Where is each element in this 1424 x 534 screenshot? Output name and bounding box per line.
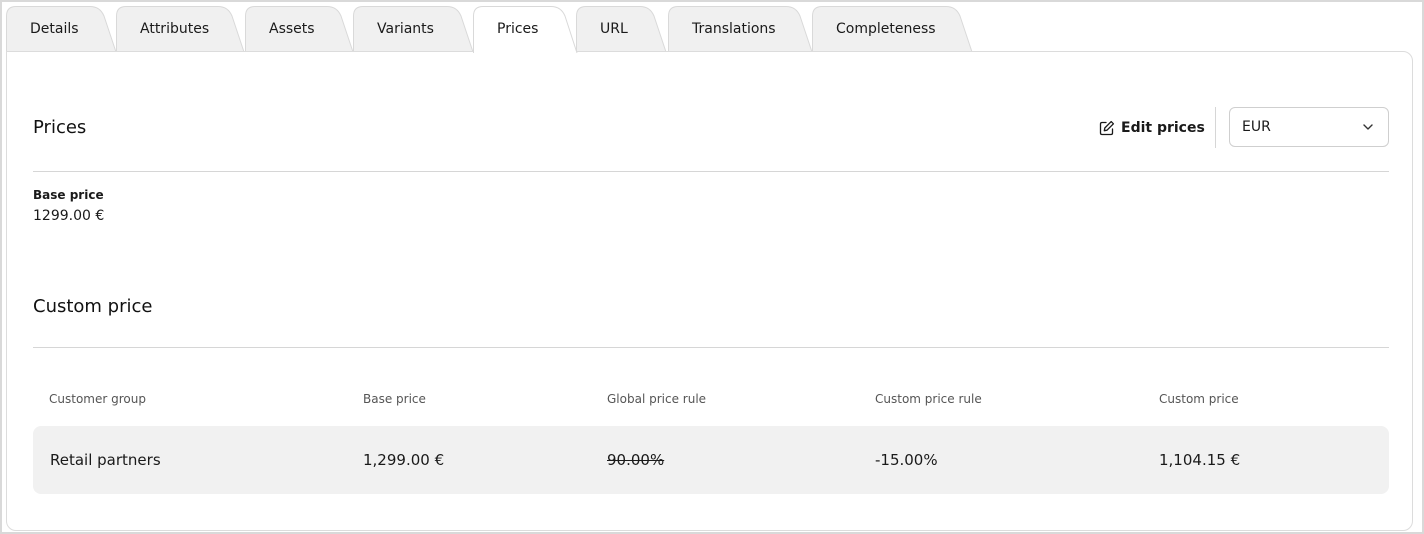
toolbar-divider xyxy=(1215,107,1216,148)
tab-label: Attributes xyxy=(140,21,210,37)
tab-assets[interactable]: Assets xyxy=(245,6,354,53)
column-header-global-price-rule: Global price rule xyxy=(607,392,707,406)
tab-label: Completeness xyxy=(836,21,936,37)
column-header-base-price: Base price xyxy=(363,392,426,406)
table-row: Retail partners 1,299.00 € 90.00% -15.00… xyxy=(33,426,1389,494)
prices-divider xyxy=(33,171,1389,172)
cell-custom-price-rule: -15.00% xyxy=(875,451,938,469)
tab-label: Details xyxy=(30,21,79,37)
cell-base-price: 1,299.00 € xyxy=(363,451,445,469)
edit-prices-button[interactable]: Edit prices xyxy=(1099,117,1205,139)
column-header-customer-group: Customer group xyxy=(49,392,146,406)
tab-attributes[interactable]: Attributes xyxy=(116,6,245,53)
prices-title: Prices xyxy=(33,117,87,138)
cell-customer-group: Retail partners xyxy=(50,451,161,469)
base-price-label: Base price xyxy=(33,188,104,202)
custom-price-divider xyxy=(33,347,1389,348)
prices-panel: Prices Edit prices EUR Base price 1299.0… xyxy=(6,51,1413,531)
tab-variants[interactable]: Variants xyxy=(353,6,474,53)
tab-url[interactable]: URL xyxy=(576,6,667,53)
cell-global-price-rule: 90.00% xyxy=(607,451,665,469)
tab-label: URL xyxy=(600,21,628,37)
tab-label: Prices xyxy=(497,21,539,37)
edit-prices-label: Edit prices xyxy=(1121,120,1205,136)
base-price-value: 1299.00 € xyxy=(33,208,105,224)
currency-value: EUR xyxy=(1242,119,1271,135)
column-header-custom-price-rule: Custom price rule xyxy=(875,392,982,406)
app-frame: Details Attributes Assets Variants URL T… xyxy=(0,0,1424,534)
cell-custom-price: 1,104.15 € xyxy=(1159,451,1241,469)
chevron-down-icon xyxy=(1363,124,1373,130)
column-header-custom-price: Custom price xyxy=(1159,392,1239,406)
tab-prices[interactable]: Prices xyxy=(473,6,578,54)
custom-price-title: Custom price xyxy=(33,296,153,317)
tab-details[interactable]: Details xyxy=(6,6,117,53)
pencil-square-icon xyxy=(1099,120,1115,136)
currency-select[interactable]: EUR xyxy=(1229,107,1389,147)
tab-completeness[interactable]: Completeness xyxy=(812,6,973,53)
tab-label: Translations xyxy=(692,21,776,37)
tab-label: Variants xyxy=(377,21,434,37)
tab-label: Assets xyxy=(269,21,315,37)
tab-translations[interactable]: Translations xyxy=(668,6,813,53)
